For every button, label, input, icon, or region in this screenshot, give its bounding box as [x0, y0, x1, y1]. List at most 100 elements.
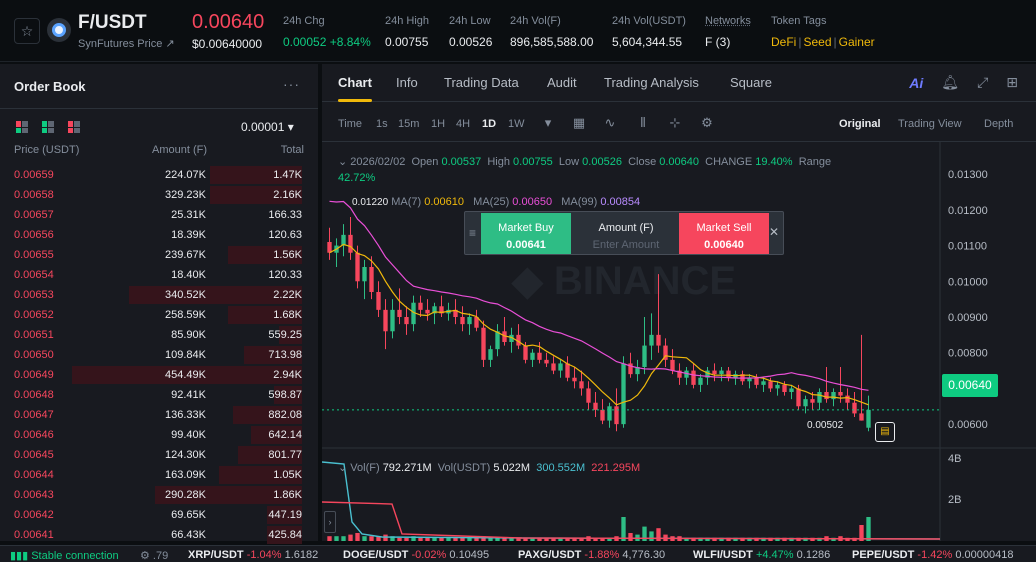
order-book-row[interactable]: 0.00646 99.40K 642.14	[0, 425, 318, 445]
tab-info[interactable]: Info	[396, 75, 418, 90]
row-amount: 239.67K	[165, 249, 206, 261]
view-asks-icon[interactable]	[68, 121, 80, 133]
candle-body	[418, 302, 423, 310]
candle-body	[824, 392, 829, 400]
timeframe-4h[interactable]: 4H	[456, 118, 470, 130]
settings-icon[interactable]: ⚙	[700, 116, 714, 130]
row-total: 2.22K	[273, 289, 302, 301]
candle-body	[327, 242, 332, 253]
ticker-pepe[interactable]: PEPE/USDT -1.42% 0.00000418	[852, 549, 1013, 561]
view-bids-icon[interactable]	[42, 121, 54, 133]
order-book-row[interactable]: 0.00653 340.52K 2.22K	[0, 285, 318, 305]
timeframe-1h[interactable]: 1H	[431, 118, 445, 130]
indicator-icon[interactable]: ∿	[603, 116, 617, 130]
volume-bar	[866, 517, 871, 541]
timeframe-dropdown-icon[interactable]: ▾	[541, 116, 555, 130]
y-tick-label: 0.00800	[948, 348, 988, 360]
row-total: 447.19	[268, 509, 302, 521]
timeframe-time[interactable]: Time	[338, 118, 362, 130]
expand-panel-icon[interactable]: ›	[324, 511, 336, 533]
order-book-row[interactable]: 0.00652 258.59K 1.68K	[0, 305, 318, 325]
close-icon[interactable]: ✕	[769, 225, 779, 239]
order-book-row[interactable]: 0.00644 163.09K 1.05K	[0, 465, 318, 485]
volume-bar	[656, 528, 661, 541]
row-total: 713.98	[268, 349, 302, 361]
candle-body	[782, 384, 787, 392]
tab-audit[interactable]: Audit	[547, 75, 577, 90]
view-original[interactable]: Original	[839, 118, 881, 130]
order-book-row[interactable]: 0.00642 69.65K 447.19	[0, 505, 318, 525]
order-book-row[interactable]: 0.00655 239.67K 1.56K	[0, 245, 318, 265]
order-book-row[interactable]: 0.00648 92.41K 598.87	[0, 385, 318, 405]
candle-type-icon[interactable]: ⫴	[636, 116, 650, 130]
candle-body	[607, 406, 612, 421]
order-book-row[interactable]: 0.00641 66.43K 425.84	[0, 525, 318, 545]
ticker-xrp[interactable]: XRP/USDT -1.04% 1.6182	[188, 549, 318, 561]
bell-icon[interactable]: 🔔︎	[941, 74, 959, 91]
amount-input[interactable]: Amount (F) Enter Amount	[573, 213, 679, 254]
tab-chart[interactable]: Chart	[338, 75, 372, 90]
order-book-toggle-icon[interactable]: ▤	[875, 422, 895, 442]
timeframe-1s[interactable]: 1s	[376, 118, 388, 130]
timeframe-15m[interactable]: 15m	[398, 118, 419, 130]
calendar-icon[interactable]: ▦	[572, 116, 586, 130]
view-depth[interactable]: Depth	[984, 118, 1013, 130]
volume-legend: ⌄ Vol(F) 792.271M Vol(USDT) 5.022M 300.5…	[338, 462, 641, 474]
order-book-row[interactable]: 0.00659 224.07K 1.47K	[0, 165, 318, 185]
favorite-star-icon[interactable]: ☆	[14, 18, 40, 44]
collapse-chevron-icon[interactable]: ⌄	[338, 156, 347, 168]
order-book-row[interactable]: 0.00643 290.28K 1.86K	[0, 485, 318, 505]
tab-square[interactable]: Square	[730, 75, 772, 90]
order-book-row[interactable]: 0.00647 136.33K 882.08	[0, 405, 318, 425]
candle-body	[614, 406, 619, 425]
order-book-row[interactable]: 0.00645 124.30K 801.77	[0, 445, 318, 465]
volume-bar	[432, 537, 437, 541]
tag-gainer[interactable]: Gainer	[839, 35, 875, 49]
order-book-row[interactable]: 0.00654 18.40K 120.33	[0, 265, 318, 285]
candle-body	[845, 395, 850, 403]
market-sell-button[interactable]: Market Sell 0.00640	[679, 213, 769, 254]
tab-trading-data[interactable]: Trading Data	[444, 75, 519, 90]
candle-body	[859, 413, 864, 421]
tag-seed[interactable]: Seed	[803, 35, 831, 49]
drawing-tools-icon[interactable]: ⊹	[668, 116, 682, 130]
more-options-icon[interactable]: ···	[283, 76, 300, 92]
row-price: 0.00659	[14, 169, 54, 181]
order-book-row[interactable]: 0.00657 25.31K 166.33	[0, 205, 318, 225]
timeframe-1d[interactable]: 1D	[482, 118, 496, 130]
row-amount: 25.31K	[171, 209, 206, 221]
layout-grid-icon[interactable]: ⊞	[1006, 74, 1018, 91]
row-total: 801.77	[268, 449, 302, 461]
candle-body	[376, 292, 381, 310]
current-price-tag: 0.00640	[942, 374, 998, 397]
expand-icon[interactable]: ⤢	[977, 74, 988, 91]
order-book-row[interactable]: 0.00658 329.23K 2.16K	[0, 185, 318, 205]
candle-body	[544, 359, 549, 364]
drag-handle-icon[interactable]: ≡	[469, 226, 476, 240]
view-both-icon[interactable]	[16, 121, 28, 133]
price-source-link[interactable]: SynFutures Price ↗	[78, 37, 175, 50]
ticker-wlfi[interactable]: WLFI/USDT +4.47% 0.1286	[693, 549, 830, 561]
timeframe-1w[interactable]: 1W	[508, 118, 525, 130]
chart-toolbar: Time 1s 15m 1H 4H 1D 1W ▾ ▦ ∿ ⫴ ⊹ ⚙ Orig…	[322, 102, 1036, 142]
row-total: 882.08	[268, 409, 302, 421]
tag-defi[interactable]: DeFi	[771, 35, 796, 49]
order-book-row[interactable]: 0.00650 109.84K 713.98	[0, 345, 318, 365]
order-book-row[interactable]: 0.00649 454.49K 2.94K	[0, 365, 318, 385]
stat-networks[interactable]: Networks F (3)	[705, 15, 751, 49]
pair-title[interactable]: F/USDT	[78, 12, 147, 34]
ticker-paxg[interactable]: PAXG/USDT -1.88% 4,776.30	[518, 549, 665, 561]
candle-body	[481, 327, 486, 360]
row-amount: 99.40K	[171, 429, 206, 441]
ticker-doge[interactable]: DOGE/USDT -0.02% 0.10495	[343, 549, 489, 561]
y-tick-label: 0.01100	[948, 241, 987, 253]
precision-select[interactable]: 0.00001 ▾	[241, 120, 294, 134]
order-book-row[interactable]: 0.00651 85.90K 559.25	[0, 325, 318, 345]
row-amount: 85.90K	[171, 329, 206, 341]
order-book-row[interactable]: 0.00656 18.39K 120.63	[0, 225, 318, 245]
market-buy-button[interactable]: Market Buy 0.00641	[481, 213, 571, 254]
view-trading-view[interactable]: Trading View	[898, 118, 962, 130]
tab-trading-analysis[interactable]: Trading Analysis	[604, 75, 699, 90]
row-total: 2.16K	[273, 189, 302, 201]
ai-icon[interactable]: Ai	[909, 75, 923, 91]
